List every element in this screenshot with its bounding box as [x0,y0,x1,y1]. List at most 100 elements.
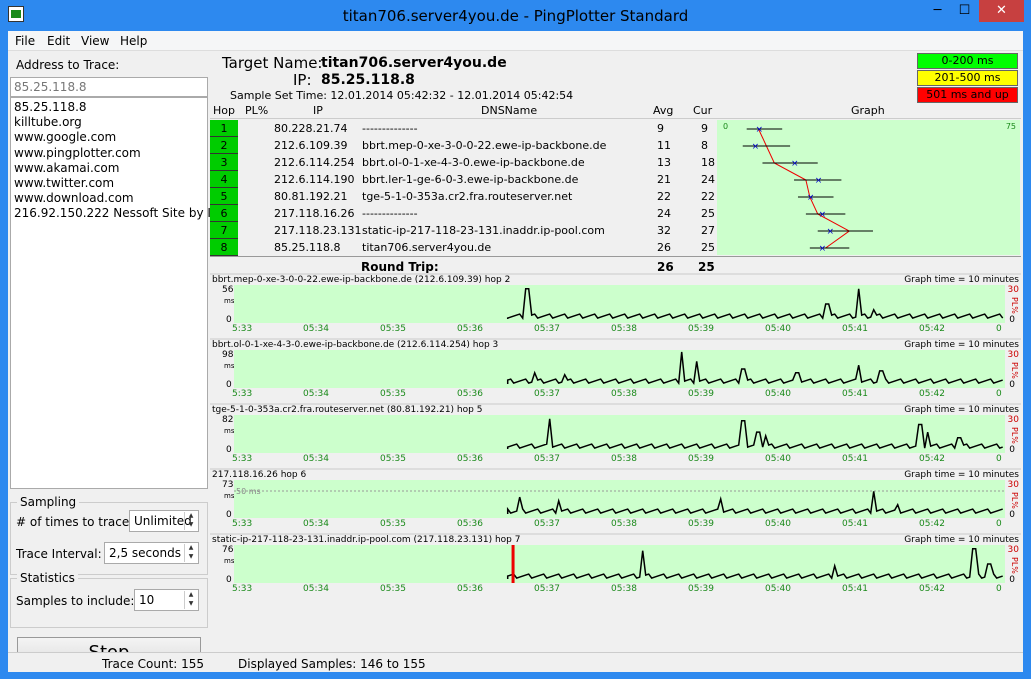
x-tick: 05:38 [611,389,637,399]
cur-marker: × [819,210,827,220]
ip-label: IP: [293,71,312,89]
hop-graph[interactable]: 0 75 × × × × × × × × [717,120,1020,255]
x-tick: 05:38 [611,454,637,464]
x-tick: 05:41 [842,584,868,594]
row-avg: 13 [657,156,671,169]
close-button[interactable]: ✕ [979,0,1024,22]
col-ip[interactable]: IP [313,104,323,117]
avg-line [758,128,851,249]
samples-stepper[interactable]: 10 ▲ ▼ [134,589,199,611]
time-graph-title: tge-5-1-0-353a.cr2.fra.routeserver.net (… [212,405,483,415]
row-hop: 3 [210,154,238,171]
address-list-item[interactable]: www.akamai.com [14,161,204,176]
menu-help[interactable]: Help [120,34,147,48]
spin-up-icon[interactable]: ▲ [184,591,197,600]
y-unit: ms [224,362,235,370]
x-tick: 05:37 [534,584,560,594]
left-panel: Address to Trace: 85.25.118.8 85.25.118.… [10,53,218,669]
x-tick: 05:42 [919,324,945,334]
time-graph-svg [506,545,1003,583]
time-graph[interactable]: bbrt.mep-0-xe-3-0-0-22.ewe-ip-backbone.d… [210,273,1021,340]
row-ip: 217.118.23.131 [274,224,362,237]
address-list-item[interactable]: www.twitter.com [14,176,204,191]
time-graph[interactable]: static-ip-217-118-23-131.inaddr.ip-pool.… [210,533,1021,600]
address-input[interactable]: 85.25.118.8 [10,77,208,97]
y-max: 98 [222,350,234,360]
col-cur[interactable]: Cur [693,104,712,117]
time-graph-plot[interactable] [234,285,1005,323]
x-tick: 5:33 [232,324,253,334]
col-avg[interactable]: Avg [653,104,673,117]
address-list-item[interactable]: www.download.com [14,191,204,206]
x-tick: 0 [996,584,1002,594]
x-tick: 05:35 [380,519,406,529]
x-tick: 05:35 [380,454,406,464]
x-tick: 05:38 [611,324,637,334]
minimize-button[interactable]: ─ [924,0,951,22]
times-stepper[interactable]: Unlimited ▲ ▼ [129,510,199,532]
row-cur: 9 [701,122,708,135]
col-hop[interactable]: Hop [213,104,235,117]
pl-max: 30 [1007,350,1019,360]
x-tick: 05:41 [842,324,868,334]
x-tick: 0 [996,454,1002,464]
x-tick: 05:36 [457,389,483,399]
address-list-item[interactable]: 216.92.150.222 Nessoft Site by IP [14,206,218,221]
row-ip: 80.228.21.74 [274,122,348,135]
interval-stepper[interactable]: 2,5 seconds ▲ ▼ [104,542,199,564]
y-unit: ms [224,492,235,500]
x-tick: 05:36 [457,324,483,334]
spin-up-icon[interactable]: ▲ [184,512,197,521]
maximize-button[interactable]: ☐ [951,0,978,22]
x-tick: 05:39 [688,324,714,334]
pl-max: 30 [1007,285,1019,295]
menu-view[interactable]: View [81,34,109,48]
ip-value: 85.25.118.8 [321,72,415,88]
col-dns[interactable]: DNSName [481,104,537,117]
time-graph-plot[interactable] [234,415,1005,453]
spin-up-icon[interactable]: ▲ [184,544,197,553]
row-hop: 4 [210,171,238,188]
displayed-samples: Displayed Samples: 146 to 155 [238,657,426,671]
address-list-item[interactable]: 85.25.118.8 [14,100,204,115]
row-hop: 7 [210,222,238,239]
address-list-item[interactable]: killtube.org [14,115,204,130]
window-frame: titan706.server4you.de - PingPlotter Sta… [0,0,1031,679]
address-list-item[interactable]: www.google.com [14,130,204,145]
x-tick: 05:34 [303,324,329,334]
hop-graph-svg: ×××××××× [742,125,873,254]
row-cur: 25 [701,207,715,220]
time-graph[interactable]: bbrt.ol-0-1-xe-4-3-0.ewe-ip-backbone.de … [210,338,1021,405]
row-avg: 26 [657,241,671,254]
row-ip: 85.25.118.8 [274,241,341,254]
time-graph-plot[interactable]: 50 ms [234,480,1005,518]
menu-file[interactable]: File [15,34,35,48]
x-tick: 05:37 [534,454,560,464]
spin-down-icon[interactable]: ▼ [184,553,197,562]
samples-label: Samples to include: [16,594,135,608]
time-graph-plot[interactable] [234,350,1005,388]
time-graph[interactable]: tge-5-1-0-353a.cr2.fra.routeserver.net (… [210,403,1021,470]
row-hop: 8 [210,239,238,256]
spin-down-icon[interactable]: ▼ [184,521,197,530]
col-pl[interactable]: PL% [245,104,268,117]
row-cur: 18 [701,156,715,169]
address-label: Address to Trace: [16,58,120,72]
row-cur: 24 [701,173,715,186]
spin-down-icon[interactable]: ▼ [184,600,197,609]
pl-max: 30 [1007,480,1019,490]
time-graph-title: bbrt.ol-0-1-xe-4-3-0.ewe-ip-backbone.de … [212,340,499,350]
x-tick: 05:39 [688,389,714,399]
row-hop: 2 [210,137,238,154]
time-graph-plot[interactable] [234,545,1005,583]
time-graph[interactable]: 217.118.16.26 hop 6 Graph time = 10 minu… [210,468,1021,535]
y-zero: 0 [226,445,232,455]
x-tick: 05:35 [380,324,406,334]
address-list-item[interactable]: www.pingplotter.com [14,146,204,161]
menu-edit[interactable]: Edit [47,34,70,48]
latency-trace [506,288,1004,321]
times-label: # of times to trace: [16,515,134,529]
address-list[interactable]: 85.25.118.8 killtube.org www.google.com www… [10,97,218,489]
samples-value: 10 [139,593,155,607]
col-graph[interactable]: Graph [851,104,885,117]
